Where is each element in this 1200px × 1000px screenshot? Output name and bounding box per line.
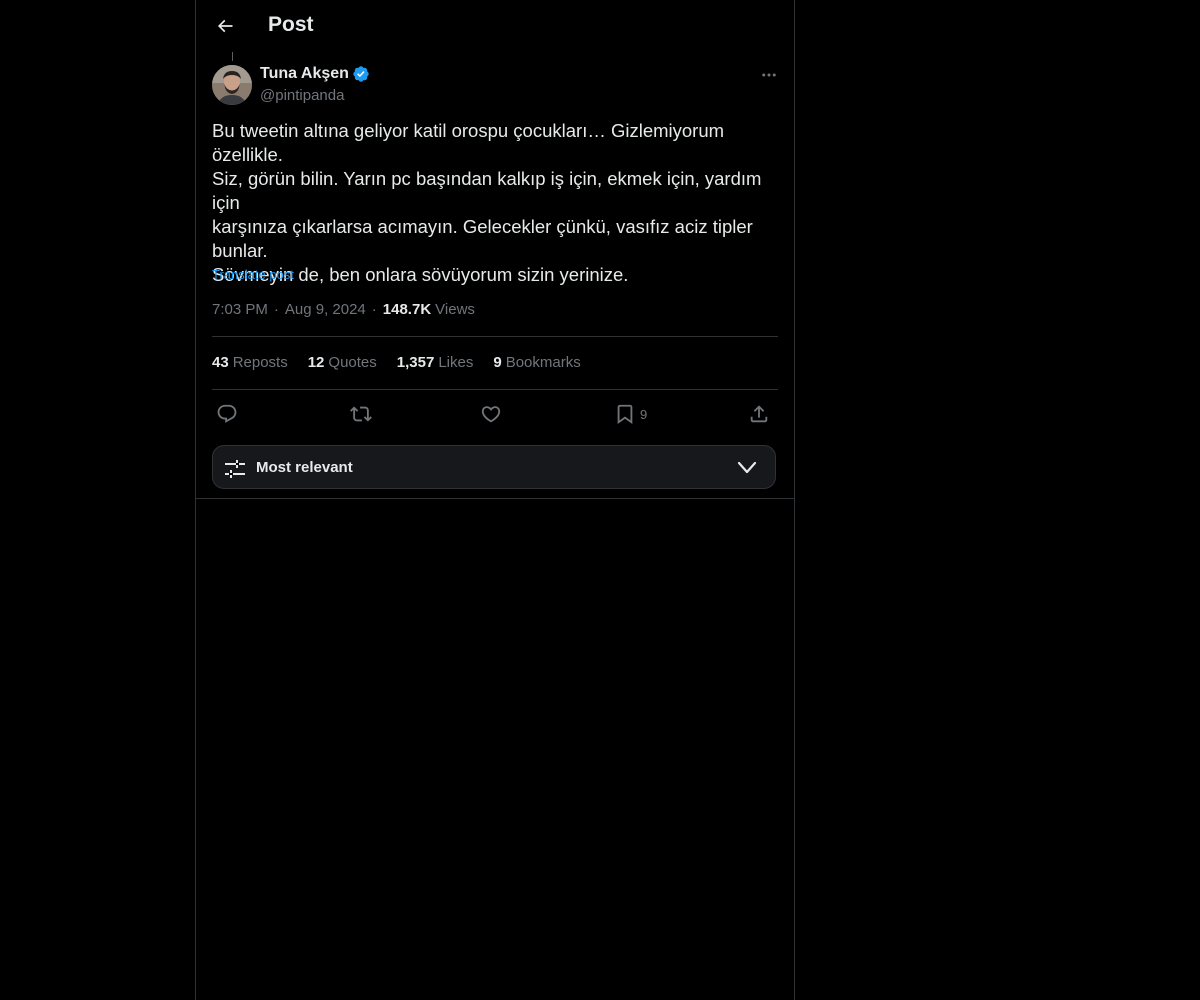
heart-icon <box>481 406 501 423</box>
bookmark-button[interactable]: 9 <box>614 400 647 428</box>
views-label: Views <box>435 301 475 318</box>
quotes-stat[interactable]: 12 Quotes <box>308 354 377 371</box>
repost-button[interactable] <box>350 400 372 428</box>
bookmark-icon <box>617 404 633 425</box>
post-column: Post Tuna Akşen @pintipanda Bu tweetin a… <box>195 0 795 1000</box>
likes-label: Likes <box>438 354 474 371</box>
quotes-count: 12 <box>307 354 325 371</box>
views-count: 148.7K <box>382 301 432 318</box>
back-button[interactable] <box>208 9 242 43</box>
reposts-count: 43 <box>212 354 229 371</box>
divider <box>196 498 794 499</box>
chevron-down-icon <box>737 461 757 474</box>
bookmarks-count: 9 <box>493 354 502 371</box>
quotes-label: Quotes <box>328 354 377 371</box>
post-time[interactable]: 7:03 PM <box>212 301 268 318</box>
translate-post-link[interactable]: Translate post <box>212 267 294 282</box>
bookmarks-label: Bookmarks <box>505 354 581 371</box>
share-icon <box>750 405 768 423</box>
thread-line <box>232 52 233 61</box>
page-title: Post <box>268 13 314 36</box>
repost-icon <box>350 406 372 422</box>
more-button[interactable] <box>758 64 780 86</box>
avatar-photo-icon <box>212 65 252 105</box>
action-bar: 9 <box>212 400 778 428</box>
back-arrow-icon <box>217 19 233 33</box>
sliders-icon <box>225 460 245 478</box>
divider <box>212 389 778 390</box>
divider <box>212 336 778 337</box>
bookmark-count: 9 <box>640 406 648 422</box>
post-text: Bu tweetin altına geliyor katil orospu ç… <box>212 120 762 285</box>
reposts-stat[interactable]: 43 Reposts <box>212 354 288 371</box>
sort-label: Most relevant <box>256 459 353 476</box>
bookmarks-stat[interactable]: 9 Bookmarks <box>493 354 580 371</box>
reply-icon <box>217 404 237 423</box>
author-name-text: Tuna Akşen <box>260 65 349 82</box>
meta-separator: · <box>371 301 377 318</box>
like-button[interactable] <box>480 400 502 428</box>
reposts-label: Reposts <box>232 354 288 371</box>
likes-count: 1,357 <box>396 354 435 371</box>
share-button[interactable] <box>748 400 770 428</box>
more-dots-icon <box>762 73 776 77</box>
avatar[interactable] <box>212 65 252 105</box>
author-name[interactable]: Tuna Akşen <box>260 65 370 83</box>
author-handle[interactable]: @pintipanda <box>260 87 344 104</box>
meta-separator: · <box>273 301 279 318</box>
post-meta: 7:03 PM · Aug 9, 2024 · 148.7K Views <box>212 301 475 318</box>
post-date[interactable]: Aug 9, 2024 <box>285 301 366 318</box>
sort-replies-dropdown[interactable]: Most relevant <box>212 445 776 489</box>
header: Post <box>196 0 794 53</box>
likes-stat[interactable]: 1,357 Likes <box>397 354 474 371</box>
verified-badge-icon <box>352 65 370 83</box>
reply-button[interactable] <box>216 400 238 428</box>
post-stats: 43 Reposts 12 Quotes 1,357 Likes 9 Bookmarks <box>212 354 601 371</box>
